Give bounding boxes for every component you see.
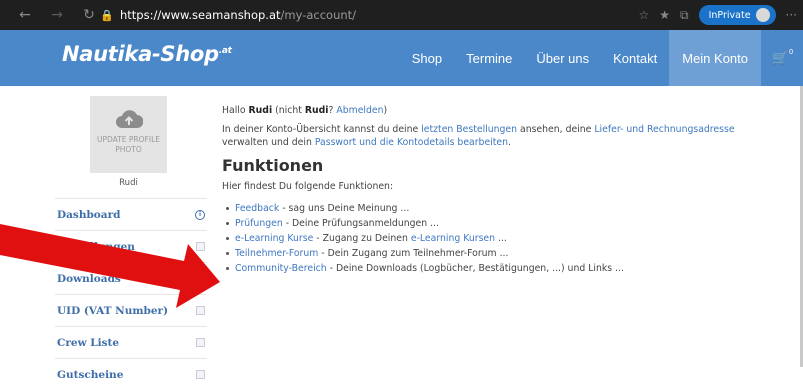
greeting-name: Rudi bbox=[248, 105, 273, 116]
url-host: https://www.seamanshop.at bbox=[120, 8, 281, 22]
cart-button[interactable]: 🛒 0 bbox=[761, 30, 803, 86]
account-details-link[interactable]: Passwort und die Kontodetails bearbeiten bbox=[315, 137, 508, 148]
forum-link[interactable]: Teilnehmer-Forum bbox=[235, 247, 318, 260]
greeting: Hallo Rudi (nicht Rudi? Abmelden) bbox=[222, 105, 388, 116]
overview-text: In deiner Konto-Übersicht kannst du dein… bbox=[222, 124, 735, 148]
main-nav: Shop Termine Über uns Kontakt Mein Konto… bbox=[400, 30, 803, 86]
forward-icon[interactable]: → bbox=[46, 4, 68, 26]
favorite-star-icon[interactable]: ☆ bbox=[638, 8, 649, 22]
address-bar[interactable]: 🔒 https://www.seamanshop.at/my-account/ bbox=[100, 5, 640, 25]
feedback-link[interactable]: Feedback bbox=[235, 202, 279, 215]
sidebar-item-label: Bestellungen bbox=[57, 240, 135, 253]
nav-ueber-uns[interactable]: Über uns bbox=[524, 30, 601, 86]
more-menu-icon[interactable]: ··· bbox=[786, 8, 797, 22]
downloads-icon bbox=[196, 274, 205, 283]
inprivate-badge[interactable]: InPrivate bbox=[698, 5, 776, 25]
sidebar-item-dashboard[interactable]: Dashboard i bbox=[55, 198, 207, 230]
cart-count: 0 bbox=[789, 48, 794, 56]
pruefungen-link[interactable]: Prüfungen bbox=[235, 217, 283, 230]
sidebar-item-label: Downloads bbox=[57, 272, 121, 285]
voucher-icon bbox=[196, 370, 205, 379]
crew-icon bbox=[196, 338, 205, 347]
nav-termine[interactable]: Termine bbox=[454, 30, 524, 86]
profile-name: Rudi bbox=[119, 178, 138, 188]
site-logo[interactable]: Nautika-Shop.at bbox=[62, 42, 232, 66]
nav-mein-konto[interactable]: Mein Konto bbox=[669, 30, 761, 86]
url-path: /my-account/ bbox=[280, 8, 357, 22]
page-heading: Funktionen bbox=[222, 156, 324, 175]
addresses-link[interactable]: Liefer- und Rechnungsadresse bbox=[594, 124, 734, 135]
profile-avatar-icon bbox=[755, 8, 770, 22]
orders-icon bbox=[196, 242, 205, 251]
profile-photo-upload[interactable]: UPDATE PROFILE PHOTO bbox=[90, 96, 167, 173]
list-item: Prüfungen - Deine Prüfungsanmeldungen ..… bbox=[222, 216, 782, 231]
upload-photo-label: UPDATE PROFILE PHOTO bbox=[97, 135, 160, 154]
account-sidebar: Dashboard i Bestellungen Downloads UID (… bbox=[55, 198, 207, 390]
list-item: e-Learning Kurse - Zugang zu Deinen e-Le… bbox=[222, 231, 782, 246]
functions-intro: Hier findest Du folgende Funktionen: bbox=[222, 181, 394, 192]
dashboard-icon: i bbox=[195, 209, 205, 220]
collections-icon[interactable]: ⧉ bbox=[680, 8, 689, 23]
sidebar-item-crew-liste[interactable]: Crew Liste bbox=[55, 326, 207, 358]
community-link[interactable]: Community-Bereich bbox=[235, 262, 327, 275]
sidebar-item-bestellungen[interactable]: Bestellungen bbox=[55, 230, 207, 262]
refresh-icon[interactable]: ↻ bbox=[78, 4, 100, 26]
logo-suffix: .at bbox=[218, 46, 232, 56]
list-item: Teilnehmer-Forum - Dein Zugang zum Teiln… bbox=[222, 246, 782, 261]
elearning-link[interactable]: e-Learning Kurse bbox=[235, 232, 313, 245]
site-header: Nautika-Shop.at Shop Termine Über uns Ko… bbox=[0, 30, 803, 86]
favorites-icon[interactable]: ★ bbox=[659, 8, 670, 22]
sidebar-item-downloads[interactable]: Downloads bbox=[55, 262, 207, 294]
uid-icon bbox=[196, 306, 205, 315]
functions-list: Feedback - sag uns Deine Meinung ... Prü… bbox=[222, 201, 782, 276]
account-content: Hallo Rudi (nicht Rudi? Abmelden) In dei… bbox=[222, 104, 782, 276]
lock-icon: 🔒 bbox=[100, 9, 114, 22]
inprivate-label: InPrivate bbox=[708, 9, 751, 21]
back-icon[interactable]: ← bbox=[14, 4, 36, 26]
list-item: Community-Bereich - Deine Downloads (Log… bbox=[222, 261, 782, 276]
sidebar-item-gutscheine[interactable]: Gutscheine bbox=[55, 358, 207, 390]
sidebar-item-label: Dashboard bbox=[57, 208, 121, 221]
logo-text: Nautika-Shop bbox=[62, 42, 219, 66]
sidebar-item-label: UID (VAT Number) bbox=[57, 304, 169, 317]
recent-orders-link[interactable]: letzten Bestellungen bbox=[421, 124, 517, 135]
browser-toolbar: ← → ↻ 🔒 https://www.seamanshop.at/my-acc… bbox=[0, 0, 803, 30]
logout-link[interactable]: Abmelden bbox=[336, 105, 383, 116]
sidebar-item-label: Gutscheine bbox=[57, 368, 124, 381]
nav-shop[interactable]: Shop bbox=[400, 30, 454, 86]
elearning-courses-link[interactable]: e-Learning Kursen bbox=[411, 232, 495, 245]
sidebar-item-label: Crew Liste bbox=[57, 336, 120, 349]
cloud-upload-icon bbox=[115, 109, 143, 129]
list-item: Feedback - sag uns Deine Meinung ... bbox=[222, 201, 782, 216]
cart-icon: 🛒 bbox=[771, 50, 789, 65]
sidebar-item-uid[interactable]: UID (VAT Number) bbox=[55, 294, 207, 326]
nav-kontakt[interactable]: Kontakt bbox=[601, 30, 669, 86]
